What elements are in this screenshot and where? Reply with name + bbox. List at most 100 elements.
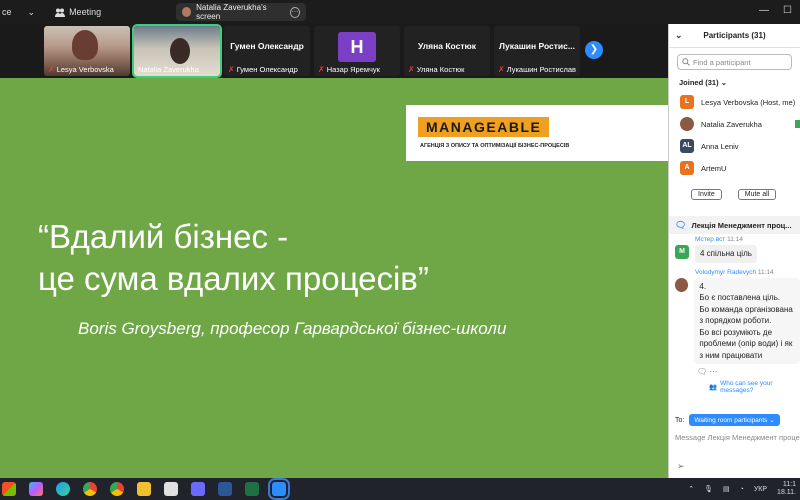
next-page-button[interactable]: ❯: [585, 41, 603, 59]
file-explorer-icon[interactable]: [137, 482, 151, 496]
chrome-icon[interactable]: [83, 482, 97, 496]
chat-message: Мстер вст 11:14: [669, 234, 800, 243]
window-controls: — ☐: [759, 5, 792, 16]
message-text: 4. Бо є поставлена ціль. Бо команда орга…: [694, 277, 800, 364]
message-meta: Volodymyr Radevych 11:14: [695, 268, 774, 276]
video-tile[interactable]: Гумен Олександр ✗ Гумен Олександр: [224, 26, 310, 76]
to-label: To:: [675, 416, 685, 424]
joined-group-header[interactable]: Joined (31) ⌄: [679, 78, 790, 87]
top-bar: ce ⌄ Meeting Natalia Zaverukha's screen …: [0, 0, 800, 24]
options-icon[interactable]: ⋯: [289, 6, 300, 18]
video-tile[interactable]: Лукашин Ростис... ✗ Лукашин Ростислав: [494, 26, 580, 76]
more-icon[interactable]: ⋯: [709, 367, 717, 376]
participant-row[interactable]: A ArtemU: [669, 157, 800, 179]
copilot-icon[interactable]: [29, 482, 43, 496]
video-on-icon: [795, 120, 800, 128]
participant-row[interactable]: AL Anna Leniv: [669, 135, 800, 157]
logo: MANAGEABLE АГЕНЦІЯ З ОПИСУ ТА ОПТИМІЗАЦІ…: [406, 105, 668, 161]
people-icon: 👥: [709, 384, 718, 391]
chevron-up-icon[interactable]: ⌃: [688, 485, 694, 493]
avatar: [72, 30, 98, 60]
mic-muted-icon: ✗: [408, 65, 415, 74]
quote-author: Boris Groysberg, професор Гарвардської б…: [78, 319, 507, 338]
app-icon[interactable]: [191, 482, 205, 496]
video-tile[interactable]: H ✗ Назар Яремчук: [314, 26, 400, 76]
participant-name: ✗ Уляна Костюк: [408, 65, 465, 74]
meeting-button[interactable]: Meeting: [55, 7, 101, 17]
language-indicator[interactable]: УКР: [754, 486, 767, 493]
chat-title: Лекція Менеджмент проц...: [691, 220, 792, 230]
chat-bubble-icon: 🗨: [675, 219, 687, 230]
chat-header[interactable]: 🗨 Лекція Менеджмент проц...: [669, 216, 800, 234]
mute-all-button[interactable]: Mute all: [737, 189, 777, 200]
avatar-initial: H: [338, 32, 376, 62]
participant-name: ArtemU: [701, 163, 727, 173]
reply-icon[interactable]: 🗨: [697, 367, 707, 376]
word-icon[interactable]: [218, 482, 232, 496]
chat-message-body: M 4 спільна ціль: [669, 243, 800, 263]
avatar: [675, 277, 689, 292]
video-tile[interactable]: ✗ Lesya Verbovska: [44, 26, 130, 76]
start-icon[interactable]: [2, 482, 16, 496]
participant-title: Лукашин Ростис...: [499, 41, 575, 51]
share-label: Natalia Zaverukha's screen: [196, 3, 267, 21]
invite-button[interactable]: Invite: [691, 189, 722, 200]
message-actions: 🗨 ⋯: [669, 364, 800, 376]
message-meta: Мстер вст 11:14: [695, 236, 743, 243]
search-placeholder: Find a participant: [693, 57, 751, 67]
avatar: AL: [680, 139, 694, 153]
participant-name: Natalia Zaverukha: [138, 65, 199, 74]
zoom-icon[interactable]: [268, 478, 290, 500]
participant-row[interactable]: L Lesya Verbovska (Host, me): [669, 91, 800, 113]
mic-muted-icon: ✗: [48, 65, 55, 74]
chat-message-input[interactable]: Message Лекція Менеджмент процесів: [675, 433, 800, 442]
logo-subtitle: АГЕНЦІЯ З ОПИСУ ТА ОПТИМІЗАЦІЇ БІЗНЕС-ПР…: [420, 143, 570, 149]
logo-word: MANAGEABLE: [418, 117, 550, 137]
quote-line-2: це сума вдалих процесів”: [38, 260, 429, 297]
wifi-icon[interactable]: ◔: [740, 486, 744, 493]
chrome-icon[interactable]: [110, 482, 124, 496]
maximize-icon[interactable]: ☐: [783, 5, 792, 16]
excel-icon[interactable]: [245, 482, 259, 496]
recipient-select[interactable]: Waiting room participants ⌄: [689, 414, 780, 426]
edge-icon[interactable]: [56, 482, 70, 496]
microphone-icon[interactable]: 🎙: [704, 485, 713, 493]
participant-search-input[interactable]: Find a participant: [677, 54, 792, 70]
avatar: A: [680, 161, 694, 175]
clock[interactable]: 11:1 18.11.: [777, 481, 796, 497]
video-tile[interactable]: Уляна Костюк ✗ Уляна Костюк: [404, 26, 490, 76]
avatar: [680, 117, 694, 131]
shared-screen-slide: MANAGEABLE АГЕНЦІЯ З ОПИСУ ТА ОПТИМІЗАЦІ…: [0, 78, 668, 478]
mic-muted-icon: ✗: [498, 65, 505, 74]
chat-message-body: 4. Бо є поставлена ціль. Бо команда орга…: [669, 276, 800, 364]
pdf-icon[interactable]: [164, 482, 178, 496]
system-tray: ⌃ 🎙 ▤ ◔ УКР 11:1 18.11.: [688, 481, 796, 497]
chevron-down-icon[interactable]: ⌄: [675, 30, 683, 41]
participant-title: Гумен Олександр: [230, 41, 304, 51]
participant-actions: Invite Mute all: [691, 189, 800, 200]
who-can-see-link[interactable]: 👥 Who can see your messages?: [709, 380, 800, 394]
side-panel: ⌄ Participants (31) Find a participant J…: [668, 24, 800, 478]
avatar: [182, 7, 192, 17]
send-icon[interactable]: ➢: [677, 461, 685, 472]
recipient-row: To: Waiting room participants ⌄: [675, 414, 780, 426]
participants-header: ⌄ Participants (31): [669, 24, 800, 48]
mic-muted-icon: ✗: [318, 65, 325, 74]
network-icon[interactable]: ▤: [723, 485, 730, 493]
top-bar-left: ce ⌄ Meeting: [0, 7, 101, 18]
participant-title: Уляна Костюк: [417, 41, 476, 51]
mic-muted-icon: ✗: [228, 65, 235, 74]
chevron-down-icon: ⌄: [720, 78, 727, 87]
minimize-icon[interactable]: —: [759, 5, 769, 16]
video-tile-active[interactable]: Natalia Zaverukha: [132, 24, 222, 78]
chat-message: Volodymyr Radevych 11:14: [669, 263, 800, 276]
participant-name: Lesya Verbovska (Host, me): [701, 97, 796, 107]
participant-row[interactable]: Natalia Zaverukha: [669, 113, 800, 135]
chevron-down-icon[interactable]: ⌄: [28, 7, 36, 18]
participants-title: Participants (31): [703, 31, 766, 40]
avatar: M: [675, 245, 689, 259]
participant-name: Natalia Zaverukha: [701, 119, 762, 129]
participant-name: ✗ Lesya Verbovska: [48, 65, 114, 74]
screen-share-indicator[interactable]: Natalia Zaverukha's screen ⋯: [176, 3, 306, 21]
quote-line-1: “Вдалий бізнес -: [38, 218, 289, 255]
